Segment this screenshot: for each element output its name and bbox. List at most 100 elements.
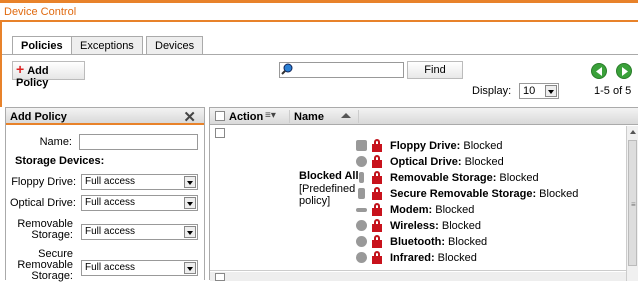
toolbar: + Add Policy Find Display: 10 1-5 of 5 xyxy=(0,55,638,107)
device-status: Blocked xyxy=(460,140,503,152)
lock-icon xyxy=(372,203,382,216)
device-status: Blocked xyxy=(461,156,504,168)
device-name: Infrared: xyxy=(390,252,435,264)
optical-drive-value: Full access xyxy=(85,197,136,208)
grid-header: Action ≡▾ Name xyxy=(210,108,638,125)
device-optical: Optical Drive: Blocked xyxy=(356,155,626,169)
tab-devices[interactable]: Devices xyxy=(146,36,204,54)
next-page-button[interactable] xyxy=(616,63,632,79)
lock-icon xyxy=(372,219,382,232)
tab-exceptions[interactable]: Exceptions xyxy=(71,36,143,54)
column-name[interactable]: Name xyxy=(294,111,324,123)
window-title: Device Control xyxy=(0,0,638,22)
infrared-icon xyxy=(356,252,367,263)
device-floppy: Floppy Drive: Blocked xyxy=(356,139,626,153)
device-status: Blocked xyxy=(444,236,488,248)
display-count-select[interactable]: 10 xyxy=(519,83,559,99)
secure-removable-storage-select[interactable]: Full access xyxy=(81,260,198,276)
grid-scrollbar[interactable]: ≡ xyxy=(626,126,638,281)
column-action[interactable]: Action xyxy=(229,111,263,123)
search-icon xyxy=(281,63,293,75)
find-button[interactable]: Find xyxy=(407,61,463,79)
chevron-down-icon xyxy=(184,262,196,274)
removable-storage-value: Full access xyxy=(85,226,136,237)
device-bluetooth: Bluetooth: Blocked xyxy=(356,235,626,249)
chevron-down-icon xyxy=(184,226,196,238)
scroll-up-icon[interactable] xyxy=(630,130,636,134)
chevron-down-icon xyxy=(545,85,557,97)
policy-name: Blocked All xyxy=(299,170,359,182)
name-label: Name: xyxy=(39,136,72,148)
add-policy-panel-header: Add Policy ✕ xyxy=(6,108,204,126)
column-divider xyxy=(358,110,359,123)
tab-policies[interactable]: Policies xyxy=(12,36,72,55)
policy-subtitle: [Predefined policy] xyxy=(299,183,356,207)
device-name: Modem: xyxy=(390,204,433,216)
device-status: Blocked xyxy=(434,252,477,264)
policy-name-input[interactable] xyxy=(79,134,198,150)
tab-bar: Policies Exceptions Devices xyxy=(0,22,638,55)
modem-icon xyxy=(356,208,367,212)
arrow-left-icon xyxy=(596,67,602,76)
window-title-text: Device Control xyxy=(4,6,77,18)
optical-drive-label: Optical Drive: xyxy=(9,197,76,209)
column-divider xyxy=(289,110,290,123)
device-infrared: Infrared: Blocked xyxy=(356,251,626,265)
plus-icon: + xyxy=(16,61,25,77)
search-input[interactable] xyxy=(279,62,404,78)
floppy-drive-label: Floppy Drive: xyxy=(11,176,76,188)
grip-icon: ≡ xyxy=(631,200,636,209)
device-status: Blocked xyxy=(438,220,482,232)
device-status: Blocked xyxy=(536,188,579,200)
add-policy-panel-title: Add Policy xyxy=(10,111,67,123)
device-removable: Removable Storage: Blocked xyxy=(356,171,626,185)
optical-icon xyxy=(356,156,367,167)
device-name: Optical Drive: xyxy=(390,156,462,168)
chevron-down-icon xyxy=(184,197,196,209)
usb-icon xyxy=(359,172,364,183)
floppy-icon xyxy=(356,140,367,151)
lock-icon xyxy=(372,235,382,248)
row-checkbox[interactable] xyxy=(215,128,225,138)
lock-icon xyxy=(372,251,382,264)
display-label: Display: xyxy=(472,85,512,97)
display-count-value: 10 xyxy=(523,85,536,97)
removable-storage-label: Removable Storage: xyxy=(17,218,73,241)
add-policy-button[interactable]: + Add Policy xyxy=(12,61,85,89)
policy-grid: Action ≡▾ Name Blocked All [Predefined p… xyxy=(209,107,638,281)
device-status: Blocked xyxy=(432,204,475,216)
device-status: Blocked xyxy=(496,172,539,184)
secure-removable-storage-value: Full access xyxy=(85,262,136,273)
paging-text: 1-5 of 5 xyxy=(594,85,632,97)
arrow-right-icon xyxy=(622,67,628,76)
lock-icon xyxy=(372,187,382,200)
sort-ascending-icon xyxy=(341,113,351,118)
previous-page-button[interactable] xyxy=(591,63,607,79)
device-wireless: Wireless: Blocked xyxy=(356,219,626,233)
table-row[interactable]: Blocked All [Predefined policy] Floppy D… xyxy=(210,126,626,271)
optical-drive-select[interactable]: Full access xyxy=(81,195,198,211)
device-name: Secure Removable Storage: xyxy=(390,188,537,200)
device-name: Floppy Drive: xyxy=(390,140,461,152)
close-icon[interactable]: ✕ xyxy=(183,108,196,126)
storage-devices-heading: Storage Devices: xyxy=(15,155,105,167)
select-all-checkbox[interactable] xyxy=(215,111,225,121)
device-name: Wireless: xyxy=(390,220,439,232)
device-name: Removable Storage: xyxy=(390,172,497,184)
bluetooth-icon xyxy=(356,236,367,247)
device-name: Bluetooth: xyxy=(390,236,445,248)
lock-icon xyxy=(372,171,382,184)
scrollbar-thumb[interactable]: ≡ xyxy=(628,140,637,266)
column-menu-icon[interactable]: ≡▾ xyxy=(265,110,276,121)
removable-storage-select[interactable]: Full access xyxy=(81,224,198,240)
add-policy-panel: Add Policy ✕ Name: Storage Devices: Flop… xyxy=(5,107,205,282)
lock-icon xyxy=(372,155,382,168)
floppy-drive-value: Full access xyxy=(85,176,136,187)
device-secure-removable: Secure Removable Storage: Blocked xyxy=(356,187,626,201)
secure-usb-icon xyxy=(358,188,365,199)
wireless-icon xyxy=(356,220,367,231)
secure-removable-storage-label: Secure Removable Storage: xyxy=(17,248,73,282)
lock-icon xyxy=(372,139,382,152)
floppy-drive-select[interactable]: Full access xyxy=(81,174,198,190)
chevron-down-icon xyxy=(184,176,196,188)
